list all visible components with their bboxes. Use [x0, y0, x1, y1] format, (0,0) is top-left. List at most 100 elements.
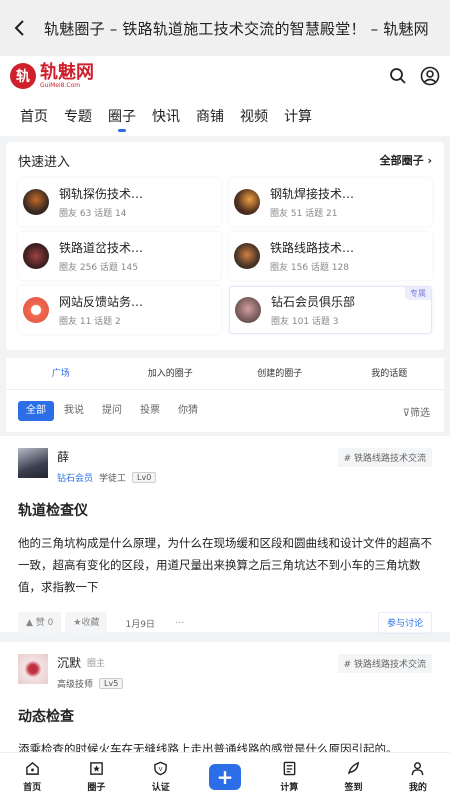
author-name[interactable]: 沉默 [57, 654, 81, 671]
funnel-icon: ⊽ [402, 407, 410, 419]
filter-button[interactable]: ⊽筛选 [403, 404, 430, 419]
circle-avatar [235, 297, 261, 323]
more-icon[interactable]: ··· [175, 618, 185, 629]
post-card[interactable]: 薛 钻石会员 学徒工 Lv0 # 铁路线路技术交流 轨道检查仪 他的三角坑构成是… [0, 436, 450, 634]
site-logo[interactable]: 轨 轨魅网 GuiMei8.Com [10, 63, 94, 89]
shield-icon: V [153, 761, 169, 777]
member-level: 钻石会员 [57, 474, 94, 484]
quick-access-panel: 快速进入 全部圈子 › 钢轨探伤技术… 圈友 63 话题 14 钢轨焊接技术… 圈友… [6, 142, 444, 350]
member-rank: 高级技师 [57, 680, 94, 690]
circle-name: 钻石会员俱乐部 [271, 295, 356, 309]
favorite-label: 收藏 [81, 618, 100, 628]
circle-name: 铁路道岔技术… [59, 241, 144, 255]
tab-joined[interactable]: 加入的圈子 [116, 358, 226, 389]
filter-label: 筛选 [410, 407, 430, 419]
post-title[interactable]: 轨道检查仪 [18, 500, 432, 520]
circle-card[interactable]: 网站反馈站务… 圈友 11 话题 2 [18, 286, 221, 334]
post-card[interactable]: 沉默 圈主 高级技师 Lv5 # 铁路线路技术交流 动态检查 添乘检查的时候火车在… [0, 642, 450, 756]
circle-stats: 圈友 101 话题 3 [271, 317, 339, 327]
tab-my-topics[interactable]: 我的话题 [335, 358, 445, 389]
author-name[interactable]: 薛 [57, 448, 69, 465]
circle-name: 钢轨焊接技术… [270, 187, 355, 201]
circle-card[interactable]: 铁路线路技术… 圈友 156 话题 128 [229, 232, 432, 280]
exclusive-badge: 专属 [405, 287, 431, 300]
home-icon [24, 761, 40, 777]
bottom-nav-label: 计算 [280, 782, 299, 793]
circle-card[interactable]: 铁路道岔技术… 圈友 256 话题 145 [18, 232, 221, 280]
nav-item-calc[interactable]: 计算 [284, 100, 312, 132]
account-icon[interactable] [420, 66, 440, 86]
bottom-nav-circles[interactable]: 圈子 [64, 761, 128, 793]
avatar[interactable] [18, 448, 48, 478]
bottom-nav-label: 我的 [408, 782, 427, 793]
nav-item-shop[interactable]: 商铺 [196, 100, 224, 132]
nav-item-circles[interactable]: 圈子 [108, 100, 136, 132]
filter-ask[interactable]: 提问 [94, 401, 130, 421]
hash-icon: # [343, 660, 352, 670]
topic-tag[interactable]: # 铁路线路技术交流 [337, 654, 432, 673]
bottom-nav-label: 圈子 [87, 782, 106, 793]
quick-access-title: 快速进入 [18, 154, 71, 170]
circle-card[interactable]: 钢轨焊接技术… 圈友 51 话题 21 [229, 178, 432, 226]
post-body[interactable]: 他的三角坑构成是什么原理，为什么在现场缓和区段和圆曲线和设计文件的超高不一致，超… [18, 532, 432, 598]
circle-avatar [23, 297, 49, 323]
like-button[interactable]: ▲ 赞 0 [18, 612, 62, 634]
thumb-up-icon: ▲ [26, 618, 33, 628]
bottom-nav-home[interactable]: 首页 [0, 761, 64, 793]
plus-icon: + [208, 763, 241, 790]
topic-name: 铁路线路技术交流 [353, 660, 426, 670]
nav-item-home[interactable]: 首页 [20, 100, 48, 132]
bottom-nav-me[interactable]: 我的 [386, 761, 450, 793]
tab-created[interactable]: 创建的圈子 [225, 358, 335, 389]
circle-stats: 圈友 156 话题 128 [270, 263, 349, 273]
bottom-nav-calc[interactable]: 计算 [257, 761, 321, 793]
bottom-nav-verify[interactable]: V 认证 [129, 761, 193, 793]
topic-tag[interactable]: # 铁路线路技术交流 [337, 448, 432, 467]
user-icon [410, 761, 426, 777]
avatar[interactable] [18, 654, 48, 684]
filter-say[interactable]: 我说 [56, 401, 92, 421]
bottom-nav-label: 签到 [344, 782, 363, 793]
filter-all[interactable]: 全部 [18, 401, 54, 421]
circle-name: 铁路线路技术… [270, 241, 355, 255]
circle-stats: 圈友 63 话题 14 [59, 209, 127, 219]
nav-item-news[interactable]: 快讯 [152, 100, 180, 132]
topic-name: 铁路线路技术交流 [353, 454, 426, 464]
circle-stats: 圈友 11 话题 2 [59, 317, 121, 327]
bottom-nav-checkin[interactable]: 签到 [321, 761, 385, 793]
back-button[interactable] [2, 10, 38, 46]
all-circles-label: 全部圈子 [379, 154, 424, 167]
member-rank: 学徒工 [99, 474, 127, 484]
filter-guess[interactable]: 你猜 [170, 401, 206, 421]
post-title[interactable]: 动态检查 [18, 706, 432, 726]
circle-name: 网站反馈站务… [59, 295, 144, 309]
bottom-nav-label: 首页 [23, 782, 42, 793]
tab-square[interactable]: 广场 [6, 358, 116, 389]
search-icon[interactable] [388, 66, 408, 86]
svg-text:V: V [159, 767, 163, 773]
join-discussion-button[interactable]: 参与讨论 [377, 612, 432, 634]
page-title: 轨魅圈子 – 铁路轨道施工技术交流的智慧殿堂！ – 轨魅网 [44, 19, 429, 38]
calc-icon [281, 761, 297, 777]
logo-domain: GuiMei8.Com [40, 81, 81, 89]
nav-item-topics[interactable]: 专题 [64, 100, 92, 132]
level-badge: Lv0 [132, 472, 157, 483]
filter-bar: 全部 我说 提问 投票 你猜 ⊽筛选 [6, 390, 444, 432]
filter-vote[interactable]: 投票 [132, 401, 168, 421]
circle-card[interactable]: 钢轨探伤技术… 圈友 63 话题 14 [18, 178, 221, 226]
bottom-nav-label: 认证 [151, 782, 170, 793]
circle-stats: 圈友 256 话题 145 [59, 263, 138, 273]
like-label: 赞 0 [35, 618, 54, 628]
all-circles-link[interactable]: 全部圈子 › [380, 152, 432, 168]
nav-item-video[interactable]: 视频 [240, 100, 268, 132]
level-badge: Lv5 [99, 678, 124, 689]
main-nav: 首页 专题 圈子 快讯 商铺 视频 计算 [0, 96, 450, 136]
bottom-nav-post[interactable]: + [193, 763, 257, 790]
chevron-right-icon: › [427, 154, 432, 167]
circle-icon [88, 761, 104, 777]
circle-card[interactable]: 钻石会员俱乐部圈友 101 话题 3 专属 [229, 286, 432, 334]
favorite-button[interactable]: ★收藏 [65, 612, 108, 634]
circle-avatar [234, 243, 260, 269]
circle-name: 钢轨探伤技术… [59, 187, 144, 201]
feather-icon [346, 761, 362, 777]
